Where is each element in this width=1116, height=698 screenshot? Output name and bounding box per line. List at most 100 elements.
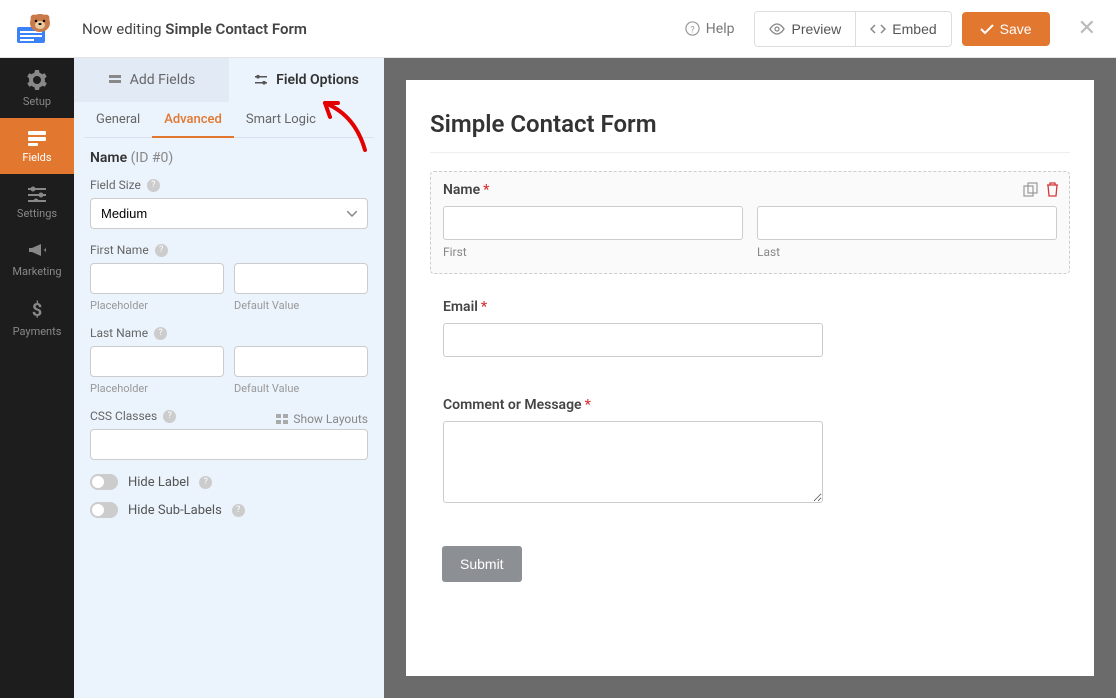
save-button[interactable]: Save xyxy=(962,12,1050,46)
nav-fields-label: Fields xyxy=(22,151,51,164)
preview-button[interactable]: Preview xyxy=(755,12,855,46)
sub-tabs: General Advanced Smart Logic xyxy=(84,102,374,138)
subtab-advanced[interactable]: Advanced xyxy=(152,102,234,137)
subtab-smart-logic[interactable]: Smart Logic xyxy=(234,102,328,137)
first-name-input[interactable] xyxy=(443,206,743,240)
preview-name-field[interactable]: Name* First Last xyxy=(430,171,1070,274)
submit-button[interactable]: Submit xyxy=(442,546,522,582)
help-label: Help xyxy=(706,21,735,37)
help-icon[interactable]: ? xyxy=(154,327,167,340)
help-icon[interactable]: ? xyxy=(232,504,245,517)
header-actions: ? Help Preview Embed Save ✕ xyxy=(685,11,1096,47)
last-name-label: Last Name ? xyxy=(90,326,368,340)
divider xyxy=(430,152,1070,153)
hide-label-toggle[interactable] xyxy=(90,474,118,490)
preview-label: Preview xyxy=(791,21,841,37)
embed-label: Embed xyxy=(892,21,936,37)
hide-sublabels-text: Hide Sub-Labels xyxy=(128,503,222,518)
nav-marketing-label: Marketing xyxy=(12,265,61,278)
nav-settings[interactable]: Settings xyxy=(0,174,74,230)
hide-label-row: Hide Label ? xyxy=(90,474,368,490)
preview-embed-group: Preview Embed xyxy=(754,11,951,47)
last-name-input[interactable] xyxy=(757,206,1057,240)
preview-area: Simple Contact Form Name* First Last xyxy=(384,58,1116,698)
nav-setup-label: Setup xyxy=(23,95,51,108)
help-icon: ? xyxy=(685,21,700,36)
first-name-placeholder-input[interactable] xyxy=(90,263,224,294)
default-sublabel: Default Value xyxy=(234,382,368,395)
field-size-row: Field Size ? Medium xyxy=(90,178,368,229)
trash-icon[interactable] xyxy=(1046,182,1059,197)
header-title: Now editing Simple Contact Form xyxy=(82,20,685,38)
nav-settings-label: Settings xyxy=(17,207,57,220)
css-classes-input[interactable] xyxy=(90,429,368,460)
tab-add-fields-label: Add Fields xyxy=(130,72,196,88)
editing-prefix: Now editing xyxy=(82,20,165,38)
svg-text:$: $ xyxy=(32,300,42,320)
last-name-placeholder-input[interactable] xyxy=(90,346,224,377)
subtab-general[interactable]: General xyxy=(84,102,152,137)
header: Now editing Simple Contact Form ? Help P… xyxy=(0,0,1116,58)
last-sublabel: Last xyxy=(757,245,1057,259)
eye-icon xyxy=(769,23,785,35)
help-link[interactable]: ? Help xyxy=(685,21,735,37)
hide-label-text: Hide Label xyxy=(128,475,189,490)
check-icon xyxy=(980,23,994,35)
megaphone-icon xyxy=(27,242,47,260)
gear-icon xyxy=(27,70,47,90)
side-panel: Add Fields Field Options General Advance… xyxy=(74,58,384,698)
email-input[interactable] xyxy=(443,323,823,357)
tab-add-fields[interactable]: Add Fields xyxy=(74,58,229,102)
field-actions xyxy=(1023,182,1059,197)
first-sublabel: First xyxy=(443,245,743,259)
main: Setup Fields Settings Marketing $ Paymen… xyxy=(0,58,1116,698)
email-label: Email* xyxy=(443,299,1057,315)
hide-sublabels-row: Hide Sub-Labels ? xyxy=(90,502,368,518)
last-name-default-input[interactable] xyxy=(234,346,368,377)
field-options-icon xyxy=(254,74,268,86)
add-fields-icon xyxy=(108,74,122,86)
save-label: Save xyxy=(1000,21,1032,37)
code-icon xyxy=(870,23,886,35)
field-size-label: Field Size ? xyxy=(90,178,368,192)
first-name-default-input[interactable] xyxy=(234,263,368,294)
comment-label: Comment or Message* xyxy=(443,397,1057,413)
form-title: Simple Contact Form xyxy=(165,20,307,38)
default-sublabel: Default Value xyxy=(234,299,368,312)
first-name-row: First Name ? Placeholder Default Value xyxy=(90,243,368,312)
nav-marketing[interactable]: Marketing xyxy=(0,230,74,288)
grid-icon xyxy=(276,414,288,424)
help-icon[interactable]: ? xyxy=(147,179,160,192)
show-layouts-link[interactable]: Show Layouts xyxy=(276,412,368,426)
css-classes-label: CSS Classes ? xyxy=(90,409,176,423)
dollar-icon: $ xyxy=(30,300,44,320)
sidebar-nav: Setup Fields Settings Marketing $ Paymen… xyxy=(0,58,74,698)
help-icon[interactable]: ? xyxy=(155,244,168,257)
tab-field-options-label: Field Options xyxy=(276,72,359,88)
preview-email-field[interactable]: Email* xyxy=(430,288,1070,372)
help-icon[interactable]: ? xyxy=(163,410,176,423)
nav-payments[interactable]: $ Payments xyxy=(0,288,74,348)
tab-field-options[interactable]: Field Options xyxy=(229,58,384,102)
help-icon[interactable]: ? xyxy=(199,476,212,489)
hide-sublabels-toggle[interactable] xyxy=(90,502,118,518)
panel-body: Name (ID #0) Field Size ? Medium First N… xyxy=(74,138,384,542)
nav-setup[interactable]: Setup xyxy=(0,58,74,118)
fields-icon xyxy=(27,130,47,146)
close-icon[interactable]: ✕ xyxy=(1078,16,1096,41)
preview-comment-field[interactable]: Comment or Message* xyxy=(430,386,1070,522)
svg-text:?: ? xyxy=(690,24,695,35)
duplicate-icon[interactable] xyxy=(1023,182,1038,197)
panel-tabs: Add Fields Field Options xyxy=(74,58,384,102)
field-name-heading: Name (ID #0) xyxy=(90,150,368,166)
name-label: Name* xyxy=(443,182,1057,198)
show-layouts-label: Show Layouts xyxy=(293,412,368,426)
last-name-row: Last Name ? Placeholder Default Value xyxy=(90,326,368,395)
form-preview: Simple Contact Form Name* First Last xyxy=(406,80,1094,676)
comment-textarea[interactable] xyxy=(443,421,823,503)
preview-title: Simple Contact Form xyxy=(430,110,1070,138)
embed-button[interactable]: Embed xyxy=(855,12,950,46)
nav-fields[interactable]: Fields xyxy=(0,118,74,174)
placeholder-sublabel: Placeholder xyxy=(90,299,224,312)
field-size-select[interactable]: Medium xyxy=(90,198,368,229)
